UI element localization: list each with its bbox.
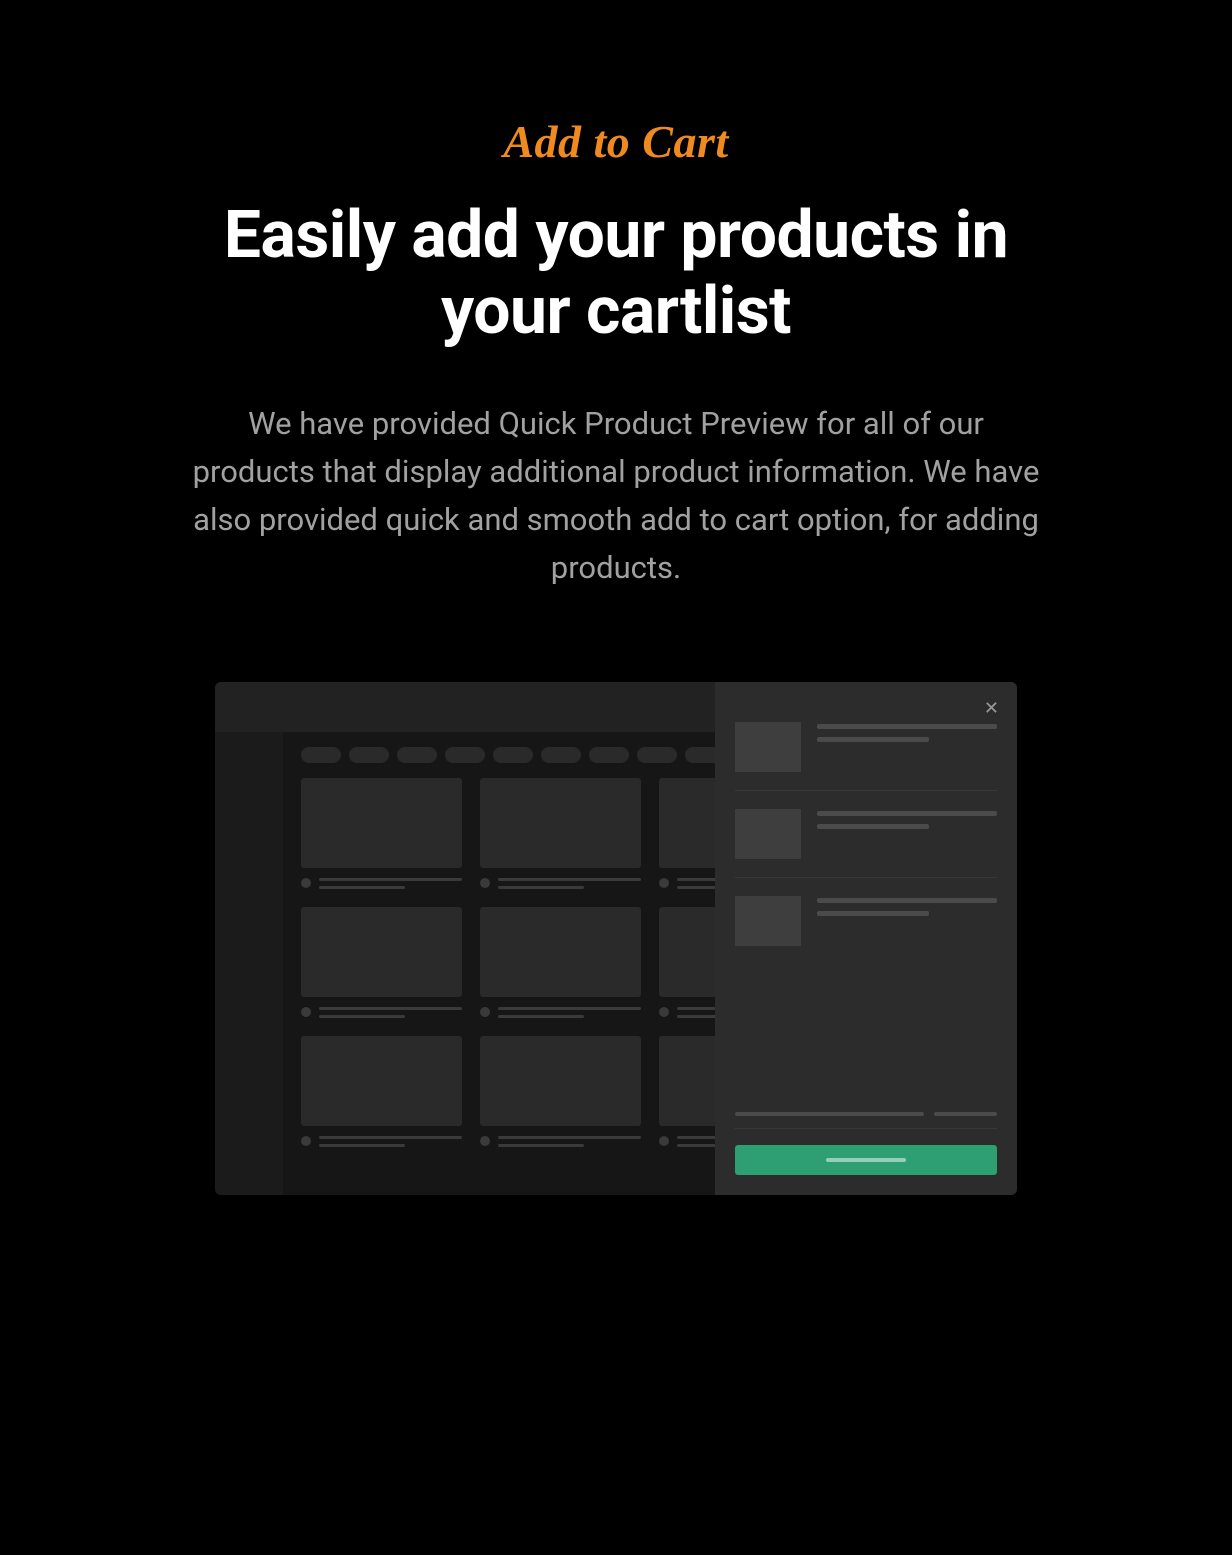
text-placeholder <box>735 1112 924 1116</box>
text-placeholder <box>817 811 997 816</box>
text-placeholder <box>817 824 929 829</box>
section-eyebrow: Add to Cart <box>0 115 1232 168</box>
close-icon[interactable]: ✕ <box>984 700 999 718</box>
filter-pill <box>637 747 677 763</box>
product-card <box>480 907 641 1018</box>
button-label-placeholder <box>826 1158 906 1162</box>
product-card <box>480 778 641 889</box>
filter-pill <box>349 747 389 763</box>
mockup-sidebar <box>215 732 283 1195</box>
section-headline: Easily add your products in your cartlis… <box>166 198 1066 350</box>
cart-item <box>735 809 997 878</box>
avatar-dot <box>480 878 490 888</box>
text-placeholder <box>817 911 929 916</box>
cart-list <box>735 722 997 964</box>
text-placeholder <box>498 1007 641 1010</box>
cart-item-thumb <box>735 896 801 946</box>
avatar-dot <box>480 1136 490 1146</box>
product-image-placeholder <box>301 907 462 997</box>
avatar-dot <box>301 878 311 888</box>
text-placeholder <box>498 886 584 889</box>
cart-summary <box>735 1112 997 1175</box>
cart-item-thumb <box>735 722 801 772</box>
product-image-placeholder <box>480 778 641 868</box>
text-placeholder <box>319 1136 462 1139</box>
text-placeholder <box>498 1015 584 1018</box>
filter-pill <box>589 747 629 763</box>
product-image-placeholder <box>301 778 462 868</box>
product-image-placeholder <box>480 907 641 997</box>
cart-panel: ✕ <box>715 682 1017 1195</box>
filter-pill <box>541 747 581 763</box>
text-placeholder <box>319 1015 405 1018</box>
text-placeholder <box>319 878 462 881</box>
product-card <box>301 778 462 889</box>
filter-pill <box>493 747 533 763</box>
avatar-dot <box>659 1136 669 1146</box>
section-description: We have provided Quick Product Preview f… <box>186 400 1046 592</box>
text-placeholder <box>319 1144 405 1147</box>
avatar-dot <box>301 1007 311 1017</box>
filter-pill <box>301 747 341 763</box>
text-placeholder <box>934 1112 997 1116</box>
product-image-placeholder <box>301 1036 462 1126</box>
filter-pill <box>397 747 437 763</box>
cart-item-thumb <box>735 809 801 859</box>
ui-mockup: ✕ <box>215 682 1017 1195</box>
text-placeholder <box>817 737 929 742</box>
product-card <box>301 1036 462 1147</box>
cart-item <box>735 896 997 964</box>
avatar-dot <box>480 1007 490 1017</box>
product-image-placeholder <box>480 1036 641 1126</box>
avatar-dot <box>659 1007 669 1017</box>
filter-pill <box>445 747 485 763</box>
text-placeholder <box>319 1007 462 1010</box>
text-placeholder <box>498 1144 584 1147</box>
checkout-button[interactable] <box>735 1145 997 1175</box>
avatar-dot <box>659 878 669 888</box>
text-placeholder <box>817 898 997 903</box>
text-placeholder <box>498 878 641 881</box>
product-card <box>301 907 462 1018</box>
text-placeholder <box>498 1136 641 1139</box>
avatar-dot <box>301 1136 311 1146</box>
text-placeholder <box>319 886 405 889</box>
product-card <box>480 1036 641 1147</box>
text-placeholder <box>817 724 997 729</box>
cart-item <box>735 722 997 791</box>
